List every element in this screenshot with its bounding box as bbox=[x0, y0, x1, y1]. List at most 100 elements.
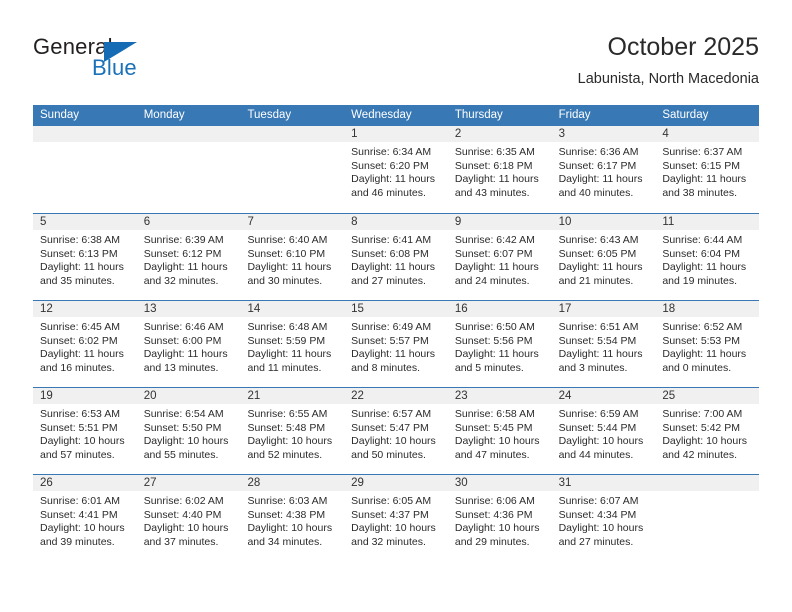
day-number: 31 bbox=[551, 475, 656, 491]
calendar-day-cell[interactable]: 9 Sunrise: 6:42 AM Sunset: 6:07 PM Daylight… bbox=[447, 214, 552, 300]
sunset-text: Sunset: 5:48 PM bbox=[247, 421, 326, 434]
calendar-day-cell[interactable]: 2 Sunrise: 6:35 AM Sunset: 6:18 PM Daylight… bbox=[447, 126, 552, 213]
daylight-text-line2: and 39 minutes. bbox=[40, 535, 115, 548]
calendar-day-cell[interactable]: 14 Sunrise: 6:48 AM Sunset: 5:59 PM Dayligh… bbox=[240, 301, 345, 387]
calendar-day-cell[interactable]: 7 Sunrise: 6:40 AM Sunset: 6:10 PM Daylight… bbox=[240, 214, 345, 300]
calendar-day-cell[interactable]: 3 Sunrise: 6:36 AM Sunset: 6:17 PM Daylight… bbox=[551, 126, 656, 213]
calendar-day-cell[interactable]: 1 Sunrise: 6:34 AM Sunset: 6:20 PM Daylight… bbox=[344, 126, 448, 213]
daylight-text-line2: and 30 minutes. bbox=[247, 274, 323, 287]
day-number: 29 bbox=[344, 475, 448, 491]
daylight-text-line2: and 44 minutes. bbox=[558, 448, 634, 461]
daylight-text-line2: and 52 minutes. bbox=[247, 448, 323, 461]
sunset-text: Sunset: 4:40 PM bbox=[143, 508, 222, 521]
day-sun-info: Sunrise: 7:00 AM Sunset: 5:42 PM Daylight:… bbox=[655, 404, 759, 462]
sunset-text: Sunset: 5:42 PM bbox=[662, 421, 740, 434]
daylight-text-line1: Daylight: 11 hours bbox=[454, 261, 539, 274]
day-number: 22 bbox=[344, 388, 448, 404]
day-number: 15 bbox=[344, 301, 448, 317]
sunset-text: Sunset: 6:18 PM bbox=[454, 159, 533, 172]
day-number: 25 bbox=[655, 388, 760, 404]
daylight-text-line1: Daylight: 11 hours bbox=[662, 348, 747, 361]
daylight-text-line1: Daylight: 10 hours bbox=[247, 522, 333, 535]
sunset-text: Sunset: 4:41 PM bbox=[40, 508, 118, 521]
weekday-header-thursday: Thursday bbox=[454, 109, 503, 121]
sunrise-text: Sunrise: 6:45 AM bbox=[40, 321, 120, 333]
daylight-text-line2: and 43 minutes. bbox=[454, 186, 530, 199]
calendar-day-cell[interactable]: 20 Sunrise: 6:54 AM Sunset: 5:50 PM Dayligh… bbox=[136, 388, 241, 474]
daylight-text-line2: and 37 minutes. bbox=[143, 535, 219, 548]
daylight-text-line1: Daylight: 11 hours bbox=[662, 173, 747, 186]
day-number: 4 bbox=[655, 126, 760, 142]
daylight-text-line2: and 32 minutes. bbox=[143, 274, 219, 287]
day-sun-info: Sunrise: 6:03 AM Sunset: 4:38 PM Daylight:… bbox=[240, 491, 344, 549]
daylight-text-line1: Daylight: 10 hours bbox=[558, 522, 644, 535]
sunset-text: Sunset: 6:05 PM bbox=[558, 247, 637, 260]
daylight-text-line1: Daylight: 11 hours bbox=[351, 348, 436, 361]
sunrise-text: Sunrise: 6:05 AM bbox=[351, 495, 432, 507]
daylight-text-line1: Daylight: 10 hours bbox=[143, 522, 229, 535]
daylight-text-line1: Daylight: 10 hours bbox=[662, 435, 747, 448]
calendar-day-cell[interactable]: 19 Sunrise: 6:53 AM Sunset: 5:51 PM Dayligh… bbox=[33, 388, 137, 474]
daylight-text-line1: Daylight: 11 hours bbox=[247, 261, 332, 274]
calendar-day-cell[interactable]: 15 Sunrise: 6:49 AM Sunset: 5:57 PM Dayligh… bbox=[344, 301, 448, 387]
calendar-day-cell[interactable]: 18 Sunrise: 6:52 AM Sunset: 5:53 PM Dayligh… bbox=[655, 301, 760, 387]
day-number: 6 bbox=[136, 214, 241, 230]
daylight-text-line2: and 11 minutes. bbox=[247, 361, 322, 374]
daylight-text-line2: and 47 minutes. bbox=[454, 448, 530, 461]
sunset-text: Sunset: 5:50 PM bbox=[143, 421, 222, 434]
daylight-text-line1: Daylight: 10 hours bbox=[558, 435, 644, 448]
sunset-text: Sunset: 4:38 PM bbox=[247, 508, 326, 521]
sunrise-text: Sunrise: 6:57 AM bbox=[351, 408, 432, 420]
sunset-text: Sunset: 6:07 PM bbox=[454, 247, 533, 260]
day-sun-info: Sunrise: 6:37 AM Sunset: 6:15 PM Daylight:… bbox=[655, 142, 759, 200]
daylight-text-line1: Daylight: 11 hours bbox=[351, 173, 436, 186]
title-block: October 2025 Labunista, North Macedonia bbox=[578, 32, 759, 90]
calendar-day-cell[interactable]: 16 Sunrise: 6:50 AM Sunset: 5:56 PM Dayligh… bbox=[447, 301, 552, 387]
day-sun-info: Sunrise: 6:36 AM Sunset: 6:17 PM Daylight:… bbox=[552, 142, 656, 200]
day-number: 1 bbox=[344, 126, 448, 142]
calendar-day-cell[interactable]: 24 Sunrise: 6:59 AM Sunset: 5:44 PM Dayligh… bbox=[551, 388, 656, 474]
day-sun-info: Sunrise: 6:59 AM Sunset: 5:44 PM Daylight:… bbox=[552, 404, 656, 462]
calendar-day-cell[interactable]: 25 Sunrise: 7:00 AM Sunset: 5:42 PM Dayligh… bbox=[655, 388, 760, 474]
daylight-text-line1: Daylight: 10 hours bbox=[40, 522, 125, 535]
calendar-day-cell[interactable]: 30 Sunrise: 6:06 AM Sunset: 4:36 PM Dayligh… bbox=[447, 475, 552, 561]
calendar-day-cell[interactable]: 31 Sunrise: 6:07 AM Sunset: 4:34 PM Dayligh… bbox=[551, 475, 656, 561]
sunset-text: Sunset: 5:59 PM bbox=[247, 334, 326, 347]
calendar-day-cell[interactable]: 5 Sunrise: 6:38 AM Sunset: 6:13 PM Daylight… bbox=[33, 214, 137, 300]
daylight-text-line2: and 0 minutes. bbox=[662, 361, 732, 374]
sunset-text: Sunset: 6:02 PM bbox=[40, 334, 118, 347]
daylight-text-line2: and 19 minutes. bbox=[662, 274, 738, 287]
day-number bbox=[33, 126, 137, 142]
calendar-day-cell[interactable]: 13 Sunrise: 6:46 AM Sunset: 6:00 PM Dayligh… bbox=[136, 301, 241, 387]
calendar-day-cell[interactable]: 29 Sunrise: 6:05 AM Sunset: 4:37 PM Dayligh… bbox=[344, 475, 448, 561]
daylight-text-line1: Daylight: 11 hours bbox=[143, 348, 228, 361]
day-number: 2 bbox=[447, 126, 552, 142]
daylight-text-line2: and 50 minutes. bbox=[351, 448, 426, 461]
day-sun-info: Sunrise: 6:41 AM Sunset: 6:08 PM Daylight:… bbox=[344, 230, 448, 288]
calendar-day-cell[interactable]: 17 Sunrise: 6:51 AM Sunset: 5:54 PM Dayligh… bbox=[551, 301, 656, 387]
sunrise-text: Sunrise: 6:01 AM bbox=[40, 495, 120, 507]
sunset-text: Sunset: 5:47 PM bbox=[351, 421, 429, 434]
day-sun-info: Sunrise: 6:05 AM Sunset: 4:37 PM Daylight:… bbox=[344, 491, 448, 549]
sunrise-text: Sunrise: 6:51 AM bbox=[558, 321, 639, 333]
calendar-day-cell[interactable]: 26 Sunrise: 6:01 AM Sunset: 4:41 PM Dayligh… bbox=[33, 475, 137, 561]
day-number: 5 bbox=[33, 214, 137, 230]
calendar-day-cell[interactable]: 10 Sunrise: 6:43 AM Sunset: 6:05 PM Dayligh… bbox=[551, 214, 656, 300]
sunset-text: Sunset: 6:17 PM bbox=[558, 159, 637, 172]
day-number: 17 bbox=[551, 301, 656, 317]
calendar-day-cell[interactable]: 11 Sunrise: 6:44 AM Sunset: 6:04 PM Dayligh… bbox=[655, 214, 760, 300]
calendar-day-cell[interactable]: 23 Sunrise: 6:58 AM Sunset: 5:45 PM Dayligh… bbox=[447, 388, 552, 474]
calendar-day-cell[interactable]: 22 Sunrise: 6:57 AM Sunset: 5:47 PM Dayligh… bbox=[344, 388, 448, 474]
day-number: 19 bbox=[33, 388, 137, 404]
calendar-day-cell[interactable]: 6 Sunrise: 6:39 AM Sunset: 6:12 PM Daylight… bbox=[136, 214, 241, 300]
calendar-day-cell[interactable]: 28 Sunrise: 6:03 AM Sunset: 4:38 PM Dayligh… bbox=[240, 475, 345, 561]
page-subtitle-location: Labunista, North Macedonia bbox=[577, 71, 759, 87]
sunset-text: Sunset: 5:45 PM bbox=[454, 421, 533, 434]
sunset-text: Sunset: 4:34 PM bbox=[558, 508, 637, 521]
calendar-day-cell[interactable]: 21 Sunrise: 6:55 AM Sunset: 5:48 PM Dayligh… bbox=[240, 388, 345, 474]
calendar-day-cell[interactable]: 4 Sunrise: 6:37 AM Sunset: 6:15 PM Daylight… bbox=[655, 126, 760, 213]
calendar-day-cell[interactable]: 12 Sunrise: 6:45 AM Sunset: 6:02 PM Dayligh… bbox=[33, 301, 137, 387]
calendar-day-cell[interactable]: 8 Sunrise: 6:41 AM Sunset: 6:08 PM Daylight… bbox=[344, 214, 448, 300]
calendar-day-cell[interactable]: 27 Sunrise: 6:02 AM Sunset: 4:40 PM Dayligh… bbox=[136, 475, 241, 561]
daylight-text-line2: and 32 minutes. bbox=[351, 535, 426, 548]
